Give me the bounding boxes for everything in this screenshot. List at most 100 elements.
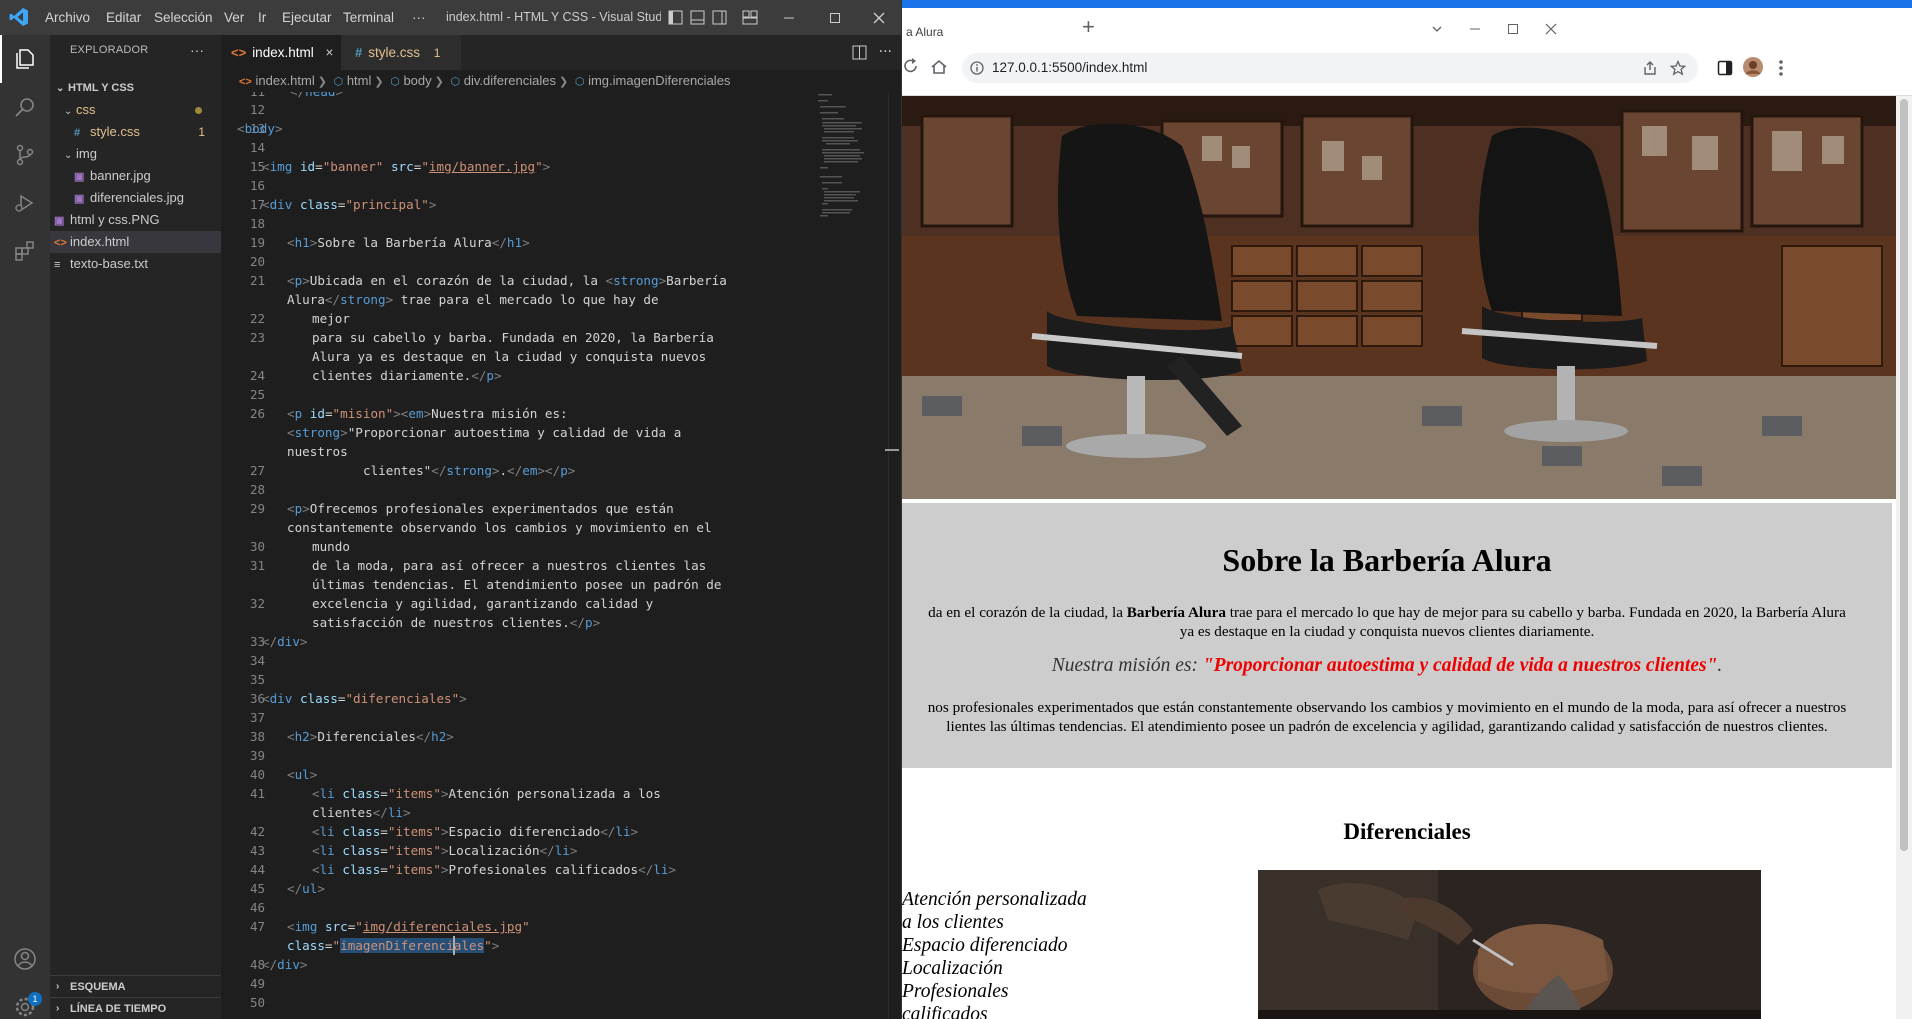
line-number: 41 xyxy=(249,786,265,801)
outline-section[interactable]: › ESQUEMA xyxy=(50,975,221,997)
about-text: da en el corazón de la ciudad, la xyxy=(928,604,1127,621)
menu-more[interactable]: ··· xyxy=(412,0,426,35)
profile-avatar[interactable] xyxy=(1742,56,1764,78)
line-number: 49 xyxy=(249,976,265,991)
split-editor-icon[interactable] xyxy=(852,45,867,60)
diferenciales-list: Atención personalizada a los clientes Es… xyxy=(902,888,1102,1019)
page-scrollbar[interactable] xyxy=(1896,96,1912,1019)
code-line: <ul> xyxy=(287,767,318,782)
vscode-title-bar: Archivo Editar Selección Ver Ir Ejecutar… xyxy=(0,0,901,35)
scrollbar-thumb[interactable] xyxy=(1900,99,1908,851)
breadcrumb: <> index.html ❯ ⬡ html ❯ ⬡ body ❯ ⬡ div.dif… xyxy=(221,70,901,92)
tree-item-style-css[interactable]: # style.css 1 xyxy=(50,121,221,143)
menu-ejecutar[interactable]: Ejecutar xyxy=(282,0,332,35)
breadcrumb-item[interactable]: html xyxy=(347,73,372,88)
side-panel-icon[interactable] xyxy=(1717,60,1733,76)
image-file-icon: ▣ xyxy=(74,171,85,183)
tab-close-icon[interactable]: × xyxy=(325,45,333,60)
maximize-icon[interactable] xyxy=(812,0,858,35)
customize-layout-icon[interactable] xyxy=(742,10,758,25)
tree-item-html-y-css-png[interactable]: ▣ html y css.PNG xyxy=(50,209,221,231)
minimap[interactable] xyxy=(816,92,876,222)
breadcrumb-item[interactable]: img.imagenDiferenciales xyxy=(588,73,730,88)
tree-item-img-folder[interactable]: ⌄ img xyxy=(50,143,221,165)
timeline-section[interactable]: › LÍNEA DE TIEMPO xyxy=(50,997,221,1019)
explorer-title: EXPLORADOR xyxy=(70,44,149,56)
tab-style-css[interactable]: # style.css 1 xyxy=(341,35,461,70)
workspace-root[interactable]: ⌄ HTML Y CSS xyxy=(50,77,221,99)
home-icon[interactable] xyxy=(930,59,948,75)
tree-item-banner-jpg[interactable]: ▣ banner.jpg xyxy=(50,165,221,187)
modified-dot xyxy=(195,107,202,114)
line-number: 40 xyxy=(249,767,265,782)
manage-gear-icon[interactable] xyxy=(0,983,50,1019)
search-icon[interactable] xyxy=(0,83,50,131)
tab-label: index.html xyxy=(252,45,314,60)
editor-scrollbar[interactable] xyxy=(885,92,901,1019)
line-number: 38 xyxy=(249,729,265,744)
workspace-root-label: HTML Y CSS xyxy=(68,82,135,94)
mission-paragraph: Nuestra misión es: "Proporcionar autoest… xyxy=(902,655,1892,677)
menu-terminal[interactable]: Terminal xyxy=(343,0,394,35)
site-info-icon[interactable] xyxy=(970,61,984,75)
tab-index-html[interactable]: <> index.html × xyxy=(221,35,341,70)
accounts-icon[interactable] xyxy=(0,935,50,983)
close-icon[interactable] xyxy=(856,0,901,35)
code-line: <h1>Sobre la Barbería Alura</h1> xyxy=(287,235,530,250)
explorer-icon[interactable] xyxy=(0,35,50,83)
code-editor[interactable]: 11 12 13 14 15 16 17 18 19 20 21 22 23 2… xyxy=(221,92,901,1019)
code-line: </ul> xyxy=(287,881,325,896)
line-number: 32 xyxy=(249,596,265,611)
diferenciales-image xyxy=(1258,870,1761,1019)
element-icon: ⬡ xyxy=(574,76,585,88)
code-line: clientes"</strong>.</em></p> xyxy=(363,463,576,478)
close-icon[interactable] xyxy=(1528,16,1574,42)
code-line: <h2>Diferenciales</h2> xyxy=(287,729,454,744)
extensions-icon[interactable] xyxy=(0,227,50,275)
line-number: 15 xyxy=(249,159,265,174)
breadcrumb-item[interactable]: body xyxy=(403,73,431,88)
tree-item-index-html[interactable]: <> index.html xyxy=(50,231,221,253)
toggle-sidebar-icon[interactable] xyxy=(668,10,683,25)
line-number: 48 xyxy=(249,957,265,972)
toggle-panel-icon[interactable] xyxy=(690,10,705,25)
tree-item-label: css xyxy=(76,102,96,117)
list-item: Profesionales xyxy=(902,981,1009,1002)
bookmark-star-icon[interactable] xyxy=(1670,60,1686,76)
minimize-icon[interactable] xyxy=(766,0,812,35)
menu-archivo[interactable]: Archivo xyxy=(45,0,90,35)
line-number: 20 xyxy=(249,254,265,269)
breadcrumb-item[interactable]: div.diferenciales xyxy=(464,73,556,88)
menu-editar[interactable]: Editar xyxy=(106,0,141,35)
new-tab-button[interactable]: + xyxy=(1082,14,1095,40)
run-debug-icon[interactable] xyxy=(0,179,50,227)
tree-item-diferenciales-jpg[interactable]: ▣ diferenciales.jpg xyxy=(50,187,221,209)
menu-ver[interactable]: Ver xyxy=(224,0,244,35)
chevron-down-icon: ⌄ xyxy=(64,150,73,161)
tree-item-css-folder[interactable]: ⌄ css xyxy=(50,99,221,121)
browser-tab-strip: a Alura + xyxy=(902,8,1912,44)
line-number: 50 xyxy=(249,995,265,1010)
share-icon[interactable] xyxy=(1642,60,1658,76)
mission-end: . xyxy=(1717,655,1723,676)
reload-icon[interactable] xyxy=(904,58,918,74)
chevron-right-icon: › xyxy=(56,981,60,992)
list-item: calificados xyxy=(902,1004,988,1019)
line-number: 21 xyxy=(249,273,265,288)
menu-ir[interactable]: Ir xyxy=(258,0,266,35)
tree-item-label: img xyxy=(76,146,97,161)
code-line: mejor xyxy=(312,311,350,326)
source-control-icon[interactable] xyxy=(0,131,50,179)
code-line: clientes</li> xyxy=(312,805,411,820)
chrome-menu-icon[interactable] xyxy=(1778,59,1784,77)
tree-item-label: diferenciales.jpg xyxy=(90,190,184,205)
explorer-more-icon[interactable]: ··· xyxy=(190,35,204,65)
more-actions-icon[interactable]: ··· xyxy=(879,44,892,60)
window-title: index.html - HTML Y CSS - Visual Studi..… xyxy=(446,10,661,24)
tree-item-texto-base-txt[interactable]: ≡ texto-base.txt xyxy=(50,253,221,275)
code-line: </head> xyxy=(290,92,343,101)
toggle-secondary-sidebar-icon[interactable] xyxy=(712,10,727,25)
breadcrumb-item[interactable]: index.html xyxy=(255,73,314,88)
address-bar[interactable]: 127.0.0.1:5500/index.html xyxy=(962,53,1698,83)
menu-seleccion[interactable]: Selección xyxy=(154,0,213,35)
